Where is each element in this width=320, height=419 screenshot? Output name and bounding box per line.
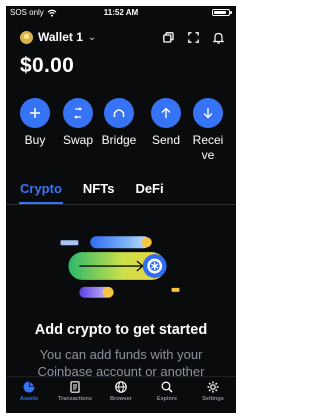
battery-icon xyxy=(212,9,232,16)
status-bar: SOS only 11:52 AM xyxy=(6,6,236,24)
tab-crypto[interactable]: Crypto xyxy=(19,181,63,204)
buy-label: Buy xyxy=(24,133,46,147)
gear-icon xyxy=(207,381,219,393)
bell-icon[interactable] xyxy=(213,32,224,44)
qr-scan-icon[interactable] xyxy=(188,32,199,43)
nav-assets-label: Assets xyxy=(19,396,39,402)
wallet-avatar xyxy=(20,30,33,44)
nav-explore-label: Explore xyxy=(156,396,178,402)
empty-state-subtitle: You can add funds with your Coinbase acc… xyxy=(37,347,205,379)
nav-transactions-label: Transactions xyxy=(58,396,92,402)
tab-defi[interactable]: DeFi xyxy=(135,181,163,196)
bridge-button[interactable]: Bridge xyxy=(101,98,137,148)
globe-icon xyxy=(115,381,127,393)
tab-nfts[interactable]: NFTs xyxy=(83,181,115,196)
nav-settings-label: Settings xyxy=(202,396,224,402)
pie-chart-icon xyxy=(23,381,35,393)
empty-state-illustration xyxy=(60,236,180,298)
nav-browser-label: Browser xyxy=(109,396,132,402)
buy-button[interactable]: Buy xyxy=(13,98,57,148)
document-icon xyxy=(70,381,80,393)
bridge-icon xyxy=(104,98,134,128)
bottom-nav: Assets Transactions Browser Explore Sett… xyxy=(6,376,236,413)
search-icon xyxy=(161,381,173,393)
swap-button[interactable]: Swap xyxy=(56,98,100,148)
send-label: Send xyxy=(151,133,181,147)
bridge-label: Bridge xyxy=(101,133,137,147)
phone-screen: SOS only 11:52 AM Wallet 1 ⌄ $0.00 Buy S… xyxy=(5,5,237,414)
chevron-down-icon: ⌄ xyxy=(87,31,97,43)
receive-button[interactable]: Receive xyxy=(190,98,226,163)
receive-label: Receive xyxy=(192,133,224,162)
status-time: 11:52 AM xyxy=(103,8,139,17)
swap-label: Swap xyxy=(62,133,94,147)
swap-icon xyxy=(63,98,93,128)
send-button[interactable]: Send xyxy=(144,98,188,148)
copy-icon[interactable] xyxy=(163,32,174,43)
asset-tabs: Crypto NFTs DeFi xyxy=(19,181,164,204)
plus-icon xyxy=(20,98,50,128)
nav-explore[interactable]: Explore xyxy=(144,377,190,413)
nav-assets[interactable]: Assets xyxy=(6,377,52,413)
wallet-name: Wallet 1 xyxy=(38,30,83,44)
total-balance: $0.00 xyxy=(20,54,75,77)
arrow-up-icon xyxy=(151,98,181,128)
tabs-divider xyxy=(6,204,236,205)
nav-transactions[interactable]: Transactions xyxy=(52,377,98,413)
header-actions xyxy=(163,32,224,44)
empty-state-title: Add crypto to get started xyxy=(34,322,208,338)
arrow-down-icon xyxy=(193,98,223,128)
nav-settings[interactable]: Settings xyxy=(190,377,236,413)
wallet-selector[interactable]: Wallet 1 ⌄ xyxy=(20,30,96,44)
nav-browser[interactable]: Browser xyxy=(98,377,144,413)
